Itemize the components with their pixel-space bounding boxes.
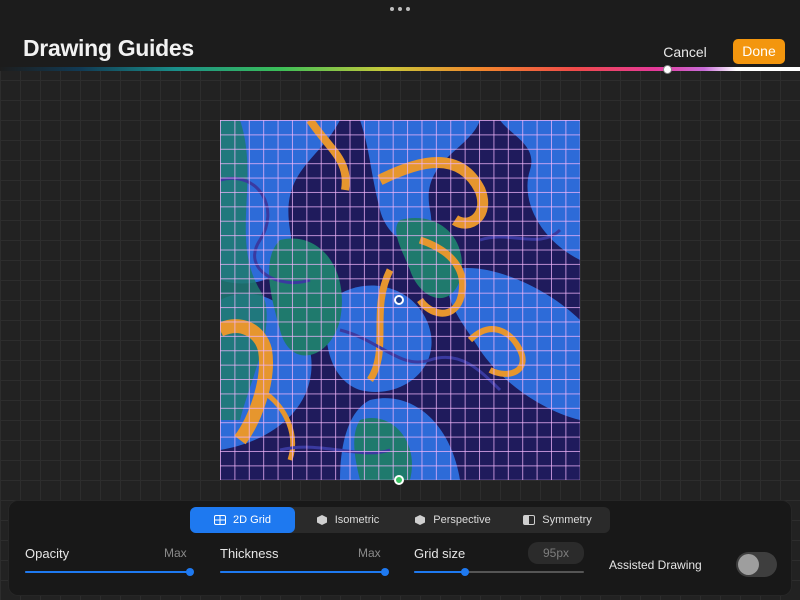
more-options-icon[interactable] bbox=[390, 4, 410, 14]
assisted-drawing-label: Assisted Drawing bbox=[609, 558, 702, 572]
grid-icon bbox=[214, 515, 226, 525]
grid-rotation-handle[interactable] bbox=[394, 475, 404, 485]
tab-2d-grid[interactable]: 2D Grid bbox=[190, 507, 295, 533]
guide-color-slider[interactable] bbox=[0, 67, 800, 71]
opacity-slider-fill bbox=[25, 571, 190, 573]
tab-perspective[interactable]: Perspective bbox=[400, 507, 505, 533]
grid-size-slider-fill bbox=[414, 571, 465, 573]
opacity-value: Max bbox=[164, 546, 187, 560]
grid-size-value[interactable]: 95px bbox=[528, 542, 584, 564]
tab-symmetry-label: Symmetry bbox=[542, 514, 592, 526]
tab-symmetry[interactable]: Symmetry bbox=[505, 507, 610, 533]
tab-isometric-label: Isometric bbox=[335, 514, 380, 526]
thickness-value: Max bbox=[358, 546, 381, 560]
tab-2d-grid-label: 2D Grid bbox=[233, 514, 271, 526]
opacity-label: Opacity bbox=[25, 546, 69, 561]
page-title: Drawing Guides bbox=[23, 35, 194, 62]
thickness-slider-fill bbox=[220, 571, 385, 573]
opacity-slider-knob[interactable] bbox=[186, 568, 194, 576]
top-bar: Drawing Guides Cancel Done bbox=[0, 0, 800, 68]
toggle-knob bbox=[738, 554, 759, 575]
guide-mode-selector: 2D Grid Isometric Perspective Symmetry bbox=[190, 507, 610, 533]
grid-size-slider-knob[interactable] bbox=[461, 568, 469, 576]
tab-perspective-label: Perspective bbox=[433, 514, 490, 526]
assisted-drawing-toggle[interactable] bbox=[736, 552, 777, 577]
symmetry-icon bbox=[523, 515, 535, 525]
grid-center-handle[interactable] bbox=[394, 295, 404, 305]
cancel-button[interactable]: Cancel bbox=[652, 41, 718, 63]
done-button[interactable]: Done bbox=[733, 39, 785, 64]
grid-size-label: Grid size bbox=[414, 546, 465, 561]
cube-icon bbox=[316, 515, 328, 525]
color-slider-thumb[interactable] bbox=[663, 65, 672, 74]
opacity-slider[interactable] bbox=[25, 571, 190, 573]
tab-isometric[interactable]: Isometric bbox=[295, 507, 400, 533]
thickness-slider-knob[interactable] bbox=[381, 568, 389, 576]
cube-icon bbox=[414, 515, 426, 525]
thickness-label: Thickness bbox=[220, 546, 279, 561]
grid-size-slider[interactable] bbox=[414, 571, 584, 573]
thickness-slider[interactable] bbox=[220, 571, 385, 573]
